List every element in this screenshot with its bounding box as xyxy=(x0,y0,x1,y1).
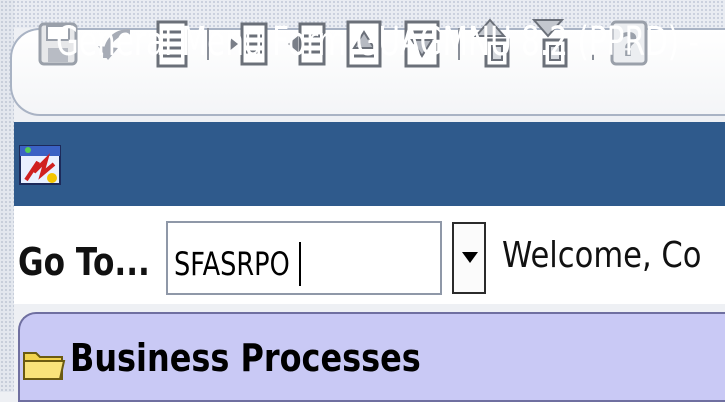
goto-input-value[interactable]: SFASRPO xyxy=(174,245,290,283)
triangle-down-icon xyxy=(462,252,478,263)
banner-app-icon xyxy=(19,145,61,185)
panel-title[interactable]: Business Processes xyxy=(70,336,421,380)
folder-icon[interactable] xyxy=(22,345,66,383)
goto-dropdown-button[interactable] xyxy=(452,222,486,294)
window-title: General Menu Form GUAGMNU 8.2 (PPRD) - xyxy=(56,19,700,65)
text-cursor xyxy=(299,242,301,286)
goto-label: Go To... xyxy=(18,240,150,284)
window-titlebar xyxy=(14,122,725,206)
welcome-message: Welcome, Co xyxy=(502,235,702,276)
